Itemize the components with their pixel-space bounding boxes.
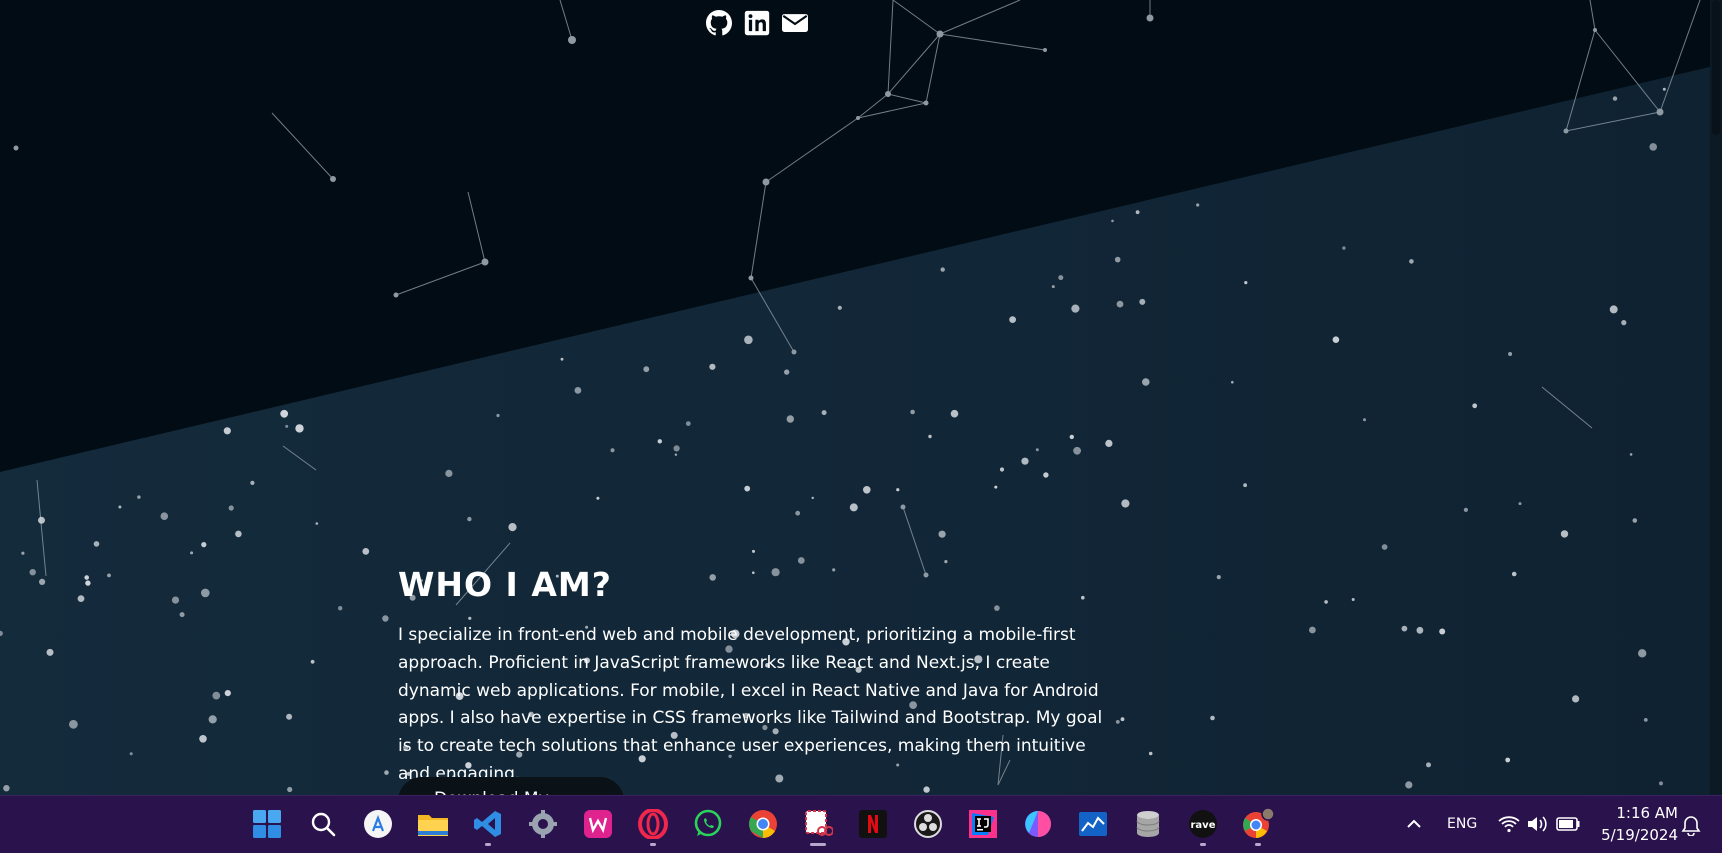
github-icon[interactable] bbox=[706, 10, 732, 36]
chrome-profile-icon[interactable] bbox=[1240, 806, 1276, 846]
linkedin-icon[interactable] bbox=[744, 10, 770, 36]
settings-icon[interactable] bbox=[525, 806, 561, 842]
wifi-icon bbox=[1498, 816, 1520, 833]
notification-bell-icon[interactable] bbox=[1680, 814, 1702, 837]
netflix-icon[interactable] bbox=[855, 806, 891, 842]
search-icon[interactable] bbox=[305, 806, 341, 842]
tray-overflow-chevron-icon[interactable] bbox=[1404, 814, 1424, 834]
vscode-icon[interactable] bbox=[470, 806, 506, 846]
battery-icon bbox=[1556, 817, 1580, 831]
stock-chart-icon[interactable] bbox=[1075, 806, 1111, 842]
svg-text:rave: rave bbox=[1191, 820, 1216, 831]
obs-icon[interactable] bbox=[910, 806, 946, 842]
download-resume-button[interactable]: Download My Resume bbox=[398, 777, 624, 795]
system-tray-icons[interactable] bbox=[1497, 812, 1583, 836]
opera-icon[interactable] bbox=[635, 806, 671, 846]
wamp-icon[interactable] bbox=[580, 806, 616, 842]
rave-icon[interactable]: rave bbox=[1185, 806, 1221, 846]
database-icon[interactable] bbox=[1130, 806, 1166, 842]
language-indicator[interactable]: ENG bbox=[1447, 816, 1477, 832]
chrome-icon[interactable] bbox=[745, 806, 781, 842]
section-title: WHO I AM? bbox=[398, 565, 612, 604]
volume-icon bbox=[1528, 816, 1547, 832]
snipping-tool-icon[interactable] bbox=[800, 806, 836, 846]
whatsapp-icon[interactable] bbox=[690, 806, 726, 842]
portfolio-page: WHO I AM? I specialize in front-end web … bbox=[0, 0, 1722, 795]
clock-date[interactable]: 5/19/2024 bbox=[1601, 826, 1678, 844]
clock-time[interactable]: 1:16 AM bbox=[1616, 804, 1678, 822]
about-description: I specialize in front-end web and mobile… bbox=[398, 625, 1103, 784]
color-app-icon[interactable] bbox=[1020, 806, 1056, 842]
intellij-icon[interactable] bbox=[965, 806, 1001, 842]
start-icon[interactable] bbox=[249, 806, 285, 842]
mail-icon[interactable] bbox=[782, 10, 808, 36]
file-explorer-icon[interactable] bbox=[415, 806, 451, 842]
social-links bbox=[706, 10, 808, 36]
windows-taskbar: rave ENG 1:16 AM 5/19/2024 bbox=[0, 795, 1722, 853]
scrollbar-thumb[interactable] bbox=[1712, 0, 1720, 135]
app-store-icon[interactable] bbox=[360, 806, 396, 842]
